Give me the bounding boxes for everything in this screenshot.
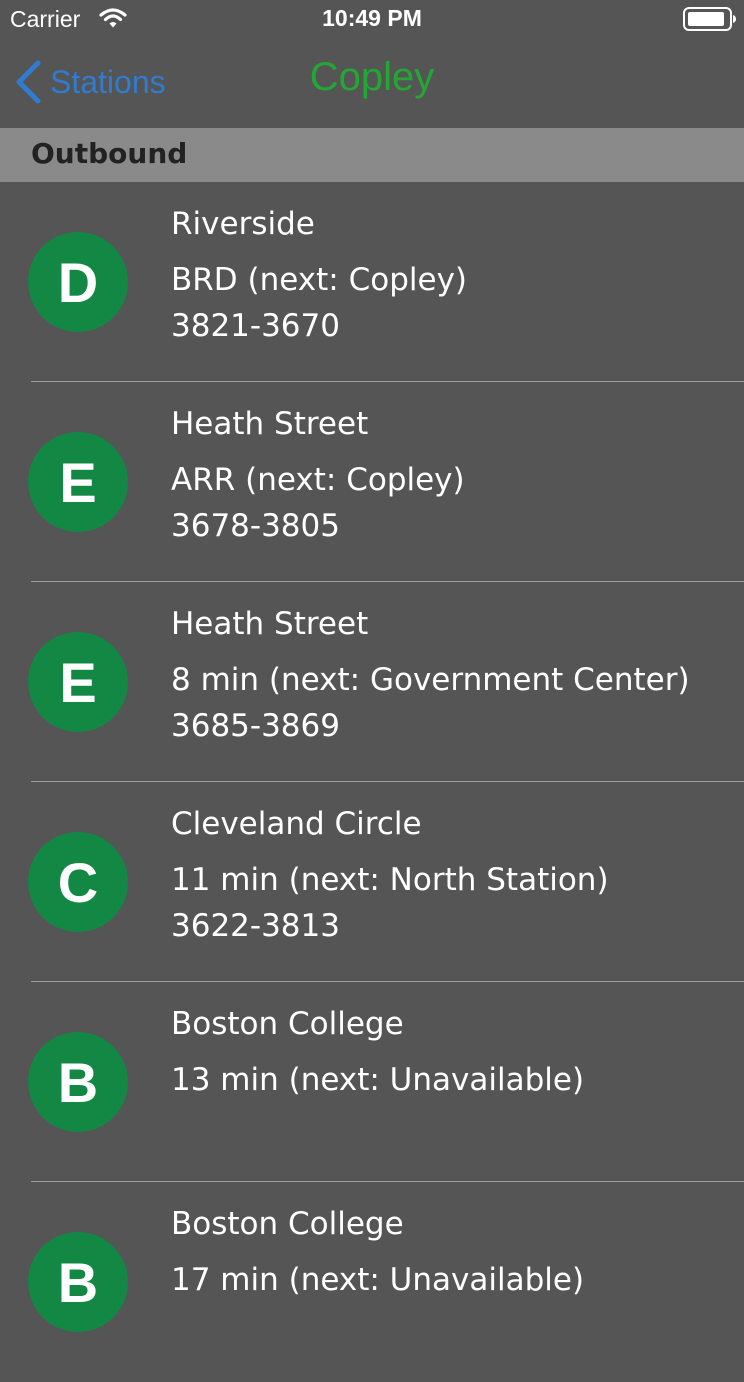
line-badge: B — [28, 1032, 128, 1132]
vehicle-id: 3821-3670 — [171, 308, 340, 344]
line-badge: E — [28, 432, 128, 532]
arrival-status: 13 min (next: Unavailable) — [171, 1062, 585, 1098]
destination-label: Boston College — [171, 1206, 404, 1242]
arrival-status: BRD (next: Copley) — [171, 262, 468, 298]
destination-label: Cleveland Circle — [171, 806, 422, 842]
navigation-bar: Stations Copley — [0, 40, 744, 128]
section-title: Outbound — [31, 137, 188, 170]
line-badge: D — [28, 232, 128, 332]
vehicle-id: 3678-3805 — [171, 508, 340, 544]
list-item[interactable]: E Heath Street 8 min (next: Government C… — [0, 582, 744, 782]
vehicle-id: 3622-3813 — [171, 908, 340, 944]
line-badge: C — [28, 832, 128, 932]
list-item[interactable]: B Boston College 13 min (next: Unavailab… — [0, 982, 744, 1182]
section-header: Outbound — [0, 128, 744, 182]
arrival-status: 11 min (next: North Station) — [171, 862, 609, 898]
vehicle-id: 3685-3869 — [171, 708, 340, 744]
arrival-status: 8 min (next: Government Center) — [171, 662, 690, 698]
status-bar: Carrier 10:49 PM — [0, 0, 744, 40]
line-badge: E — [28, 632, 128, 732]
clock: 10:49 PM — [322, 5, 422, 31]
destination-label: Heath Street — [171, 406, 369, 442]
arrival-status: ARR (next: Copley) — [171, 462, 465, 498]
line-badge: B — [28, 1232, 128, 1332]
arrival-status: 17 min (next: Unavailable) — [171, 1262, 585, 1298]
list-item[interactable]: D Riverside BRD (next: Copley) 3821-3670 — [0, 182, 744, 382]
list-item[interactable]: B Boston College 17 min (next: Unavailab… — [0, 1182, 744, 1382]
battery-icon — [683, 7, 736, 31]
destination-label: Heath Street — [171, 606, 369, 642]
prediction-list: D Riverside BRD (next: Copley) 3821-3670… — [0, 182, 744, 1382]
destination-label: Riverside — [171, 206, 315, 242]
destination-label: Boston College — [171, 1006, 404, 1042]
page-title: Copley — [309, 55, 435, 99]
list-item[interactable]: E Heath Street ARR (next: Copley) 3678-3… — [0, 382, 744, 582]
list-item[interactable]: C Cleveland Circle 11 min (next: North S… — [0, 782, 744, 982]
